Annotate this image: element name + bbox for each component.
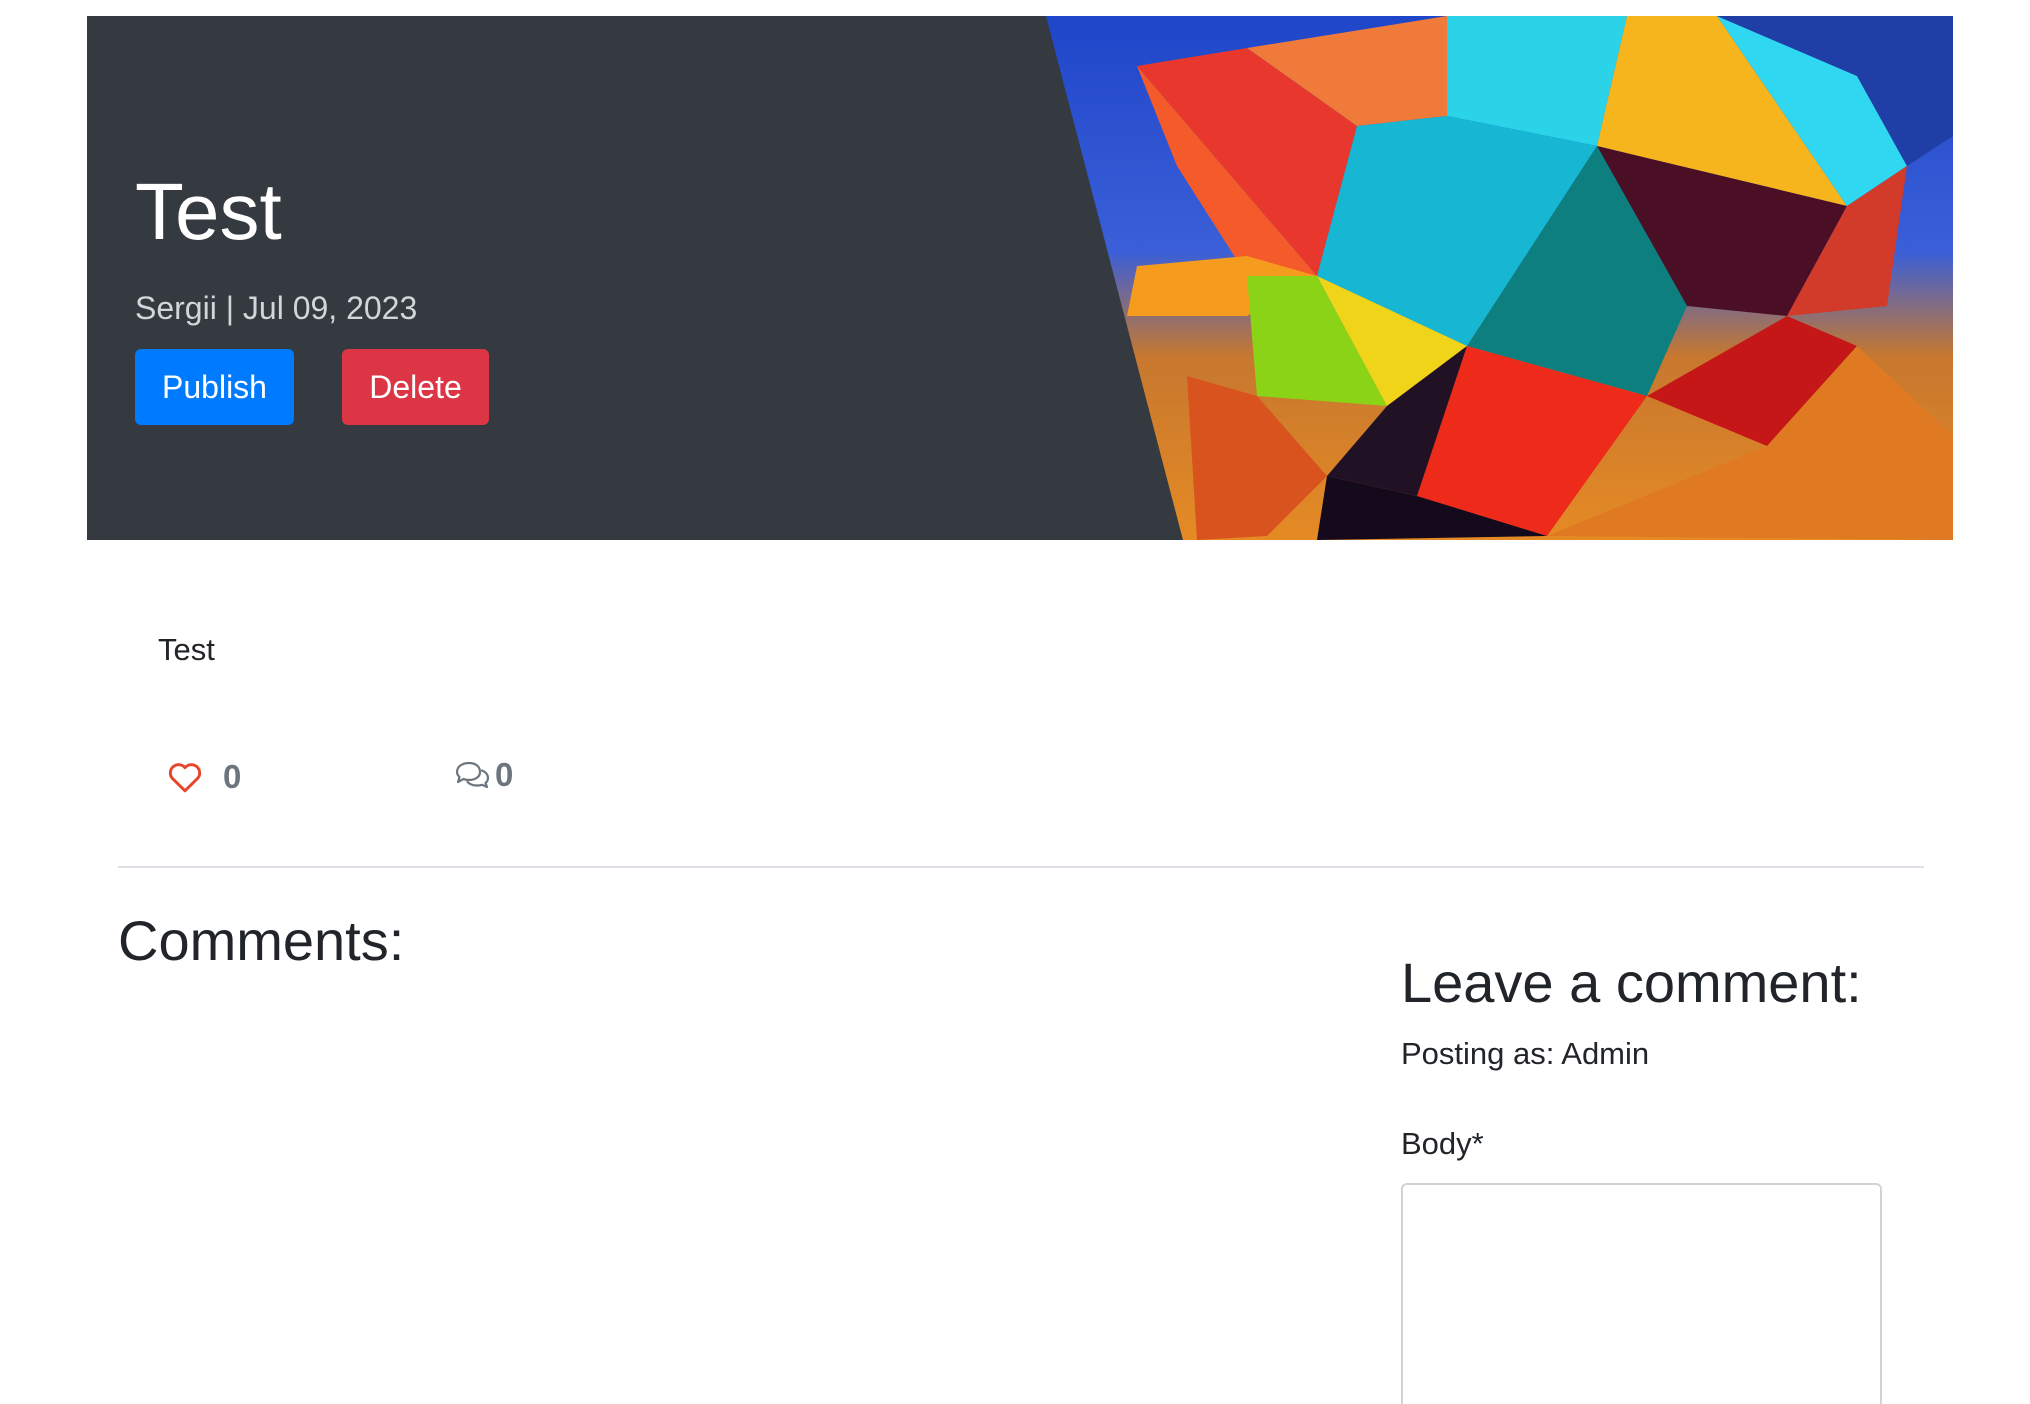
comment-counter: 0 xyxy=(453,756,513,794)
post-hero-banner: Test Sergii | Jul 09, 2023 Publish Delet… xyxy=(87,16,1953,540)
delete-button[interactable]: Delete xyxy=(342,349,489,425)
hero-cover-image xyxy=(1046,16,1953,540)
like-count: 0 xyxy=(223,758,242,795)
chat-bubbles-icon xyxy=(455,761,490,789)
leave-comment-heading: Leave a comment: xyxy=(1401,951,1862,1014)
post-body-text: Test xyxy=(158,632,215,667)
like-counter[interactable]: 0 xyxy=(167,758,241,796)
post-title: Test xyxy=(135,167,282,256)
heart-outline-icon[interactable] xyxy=(167,761,203,793)
post-author-date: Sergii | Jul 09, 2023 xyxy=(135,290,418,326)
publish-button[interactable]: Publish xyxy=(135,349,294,425)
comment-count: 0 xyxy=(495,756,514,793)
body-field-label: Body* xyxy=(1401,1126,1484,1161)
posting-as-label: Posting as: Admin xyxy=(1401,1036,1650,1071)
post-detail-page: Test Sergii | Jul 09, 2023 Publish Delet… xyxy=(0,0,2030,1404)
comment-body-textarea[interactable] xyxy=(1401,1183,1882,1404)
section-divider xyxy=(118,866,1924,868)
comments-heading: Comments: xyxy=(118,909,405,972)
